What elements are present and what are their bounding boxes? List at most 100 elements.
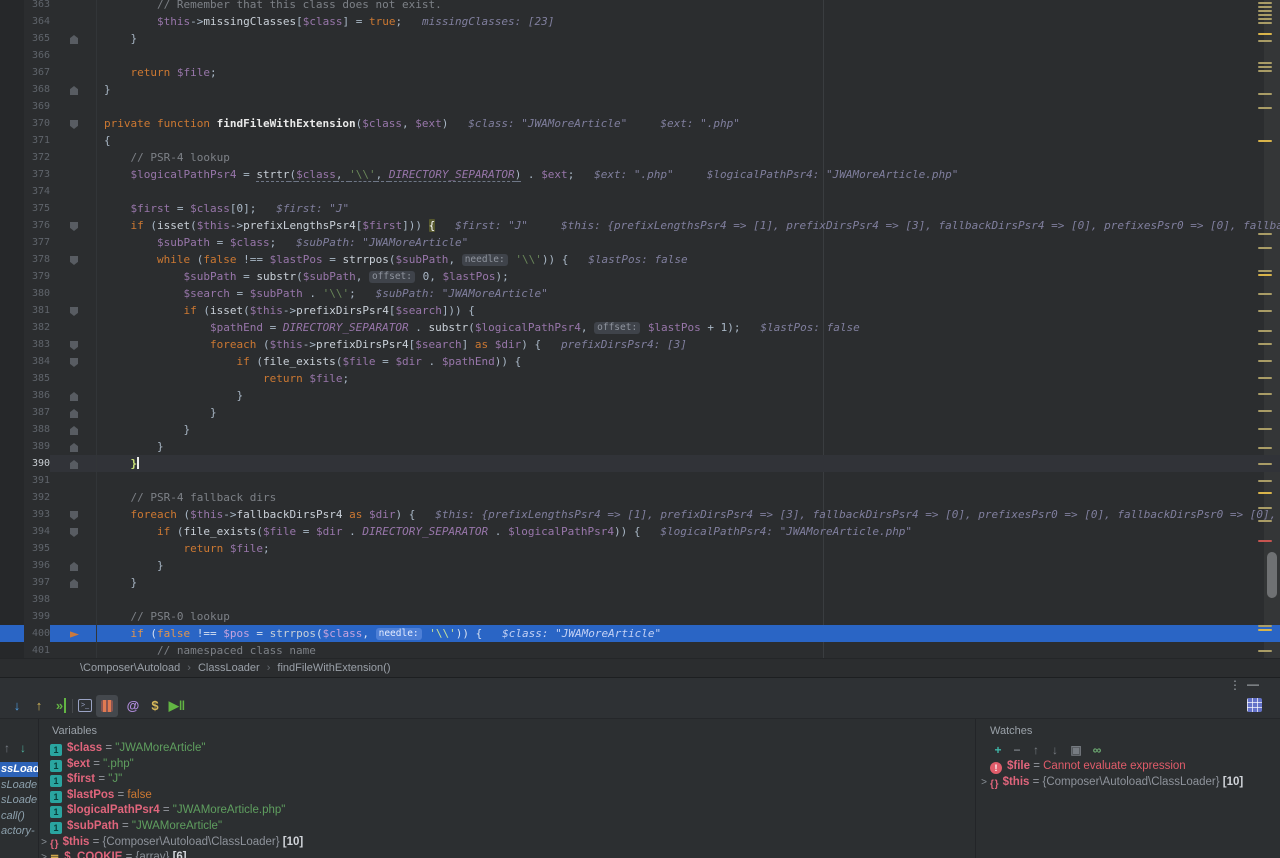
code-line[interactable]: 371 {: [0, 132, 1280, 149]
code-line[interactable]: 375 $first = $class[0]; $first: "J": [0, 200, 1280, 217]
line-number[interactable]: 387: [24, 404, 50, 421]
code-line[interactable]: 383 foreach ($this->prefixDirsPsr4[$sear…: [0, 336, 1280, 353]
line-number[interactable]: 400: [24, 625, 50, 642]
stripe-mark[interactable]: [1258, 507, 1272, 509]
step-into-button-icon[interactable]: ↓: [8, 697, 26, 715]
variable-row[interactable]: 1 $ext = ".php": [38, 757, 134, 773]
move-watch-up-button-icon[interactable]: ↑: [1028, 743, 1044, 757]
stripe-mark[interactable]: [1258, 377, 1272, 379]
stripe-mark[interactable]: [1258, 22, 1272, 24]
line-number[interactable]: 376: [24, 217, 50, 234]
line-number[interactable]: 396: [24, 557, 50, 574]
line-number[interactable]: 378: [24, 251, 50, 268]
stripe-mark[interactable]: [1258, 70, 1272, 72]
code-line[interactable]: 384 if (file_exists($file = $dir . $path…: [0, 353, 1280, 370]
stripe-mark[interactable]: [1258, 6, 1272, 8]
line-number[interactable]: 381: [24, 302, 50, 319]
code-line[interactable]: 381 if (isset($this->prefixDirsPsr4[$sea…: [0, 302, 1280, 319]
fold-marker-icon[interactable]: [70, 392, 78, 401]
stripe-mark[interactable]: [1258, 107, 1272, 109]
stack-frame[interactable]: sLoade: [0, 778, 38, 793]
code-line[interactable]: 369: [0, 98, 1280, 115]
stripe-mark[interactable]: [1258, 463, 1272, 465]
fold-marker-icon[interactable]: [70, 528, 78, 537]
step-out-button-icon[interactable]: ↑: [30, 697, 48, 715]
fold-marker-icon[interactable]: [70, 426, 78, 435]
variable-row[interactable]: 1 $subPath = "JWAMoreArticle": [38, 819, 222, 835]
code-line[interactable]: 387 }: [0, 404, 1280, 421]
line-number[interactable]: 395: [24, 540, 50, 557]
line-number[interactable]: 371: [24, 132, 50, 149]
line-number[interactable]: 363: [24, 0, 50, 13]
code-line[interactable]: 385 return $file;: [0, 370, 1280, 387]
code-line[interactable]: 364 $this->missingClasses[$class] = true…: [0, 13, 1280, 30]
line-number[interactable]: 366: [24, 47, 50, 64]
stripe-mark[interactable]: [1258, 480, 1272, 482]
code-line[interactable]: 389 }: [0, 438, 1280, 455]
fold-marker-icon[interactable]: [70, 35, 78, 44]
line-number[interactable]: 369: [24, 98, 50, 115]
fold-marker-icon[interactable]: [70, 460, 78, 469]
stripe-mark[interactable]: [1258, 33, 1272, 35]
line-number[interactable]: 374: [24, 183, 50, 200]
code-editor[interactable]: 363 // Remember that this class does not…: [0, 0, 1280, 658]
stripe-mark[interactable]: [1258, 10, 1272, 12]
code-line[interactable]: 397 }: [0, 574, 1280, 591]
stripe-mark[interactable]: [1258, 233, 1272, 235]
move-watch-down-button-icon[interactable]: ↓: [1047, 743, 1063, 757]
expand-chevron-icon[interactable]: >: [38, 835, 50, 851]
stripe-mark[interactable]: [1258, 274, 1272, 276]
execution-point-icon[interactable]: [70, 631, 79, 638]
code-line[interactable]: 398: [0, 591, 1280, 608]
stack-frame[interactable]: sLoade: [0, 793, 38, 808]
stripe-mark[interactable]: [1258, 14, 1272, 16]
stripe-mark[interactable]: [1258, 330, 1272, 332]
breadcrumb-item[interactable]: \Composer\Autoload: [80, 659, 180, 677]
breadcrumb-item[interactable]: findFileWithExtension(): [277, 659, 390, 677]
frame-down-icon[interactable]: ↓: [20, 741, 26, 755]
console-button-icon[interactable]: >_: [78, 699, 92, 712]
code-line[interactable]: 400 if (false !== $pos = strrpos($class,…: [0, 625, 1280, 642]
memory-view-button-icon[interactable]: $: [146, 697, 164, 715]
fold-marker-icon[interactable]: [70, 443, 78, 452]
stripe-mark[interactable]: [1258, 343, 1272, 345]
fold-marker-icon[interactable]: [70, 562, 78, 571]
stripe-mark[interactable]: [1258, 18, 1272, 20]
code-line[interactable]: 386 }: [0, 387, 1280, 404]
stripe-mark[interactable]: [1258, 40, 1272, 42]
stack-frame[interactable]: actory-: [0, 824, 38, 839]
code-line[interactable]: 373 $logicalPathPsr4 = strtr($class, '\\…: [0, 166, 1280, 183]
stripe-mark[interactable]: [1258, 360, 1272, 362]
restore-layout-icon[interactable]: [1247, 698, 1262, 712]
line-number[interactable]: 394: [24, 523, 50, 540]
code-line[interactable]: 379 $subPath = substr($subPath, offset: …: [0, 268, 1280, 285]
run-to-cursor-button-icon[interactable]: »: [52, 697, 70, 715]
line-number[interactable]: 364: [24, 13, 50, 30]
stripe-mark[interactable]: [1258, 447, 1272, 449]
stripe-mark[interactable]: [1258, 492, 1272, 494]
variables-watches-divider[interactable]: [975, 719, 976, 858]
fold-marker-icon[interactable]: [70, 341, 78, 350]
line-number[interactable]: 367: [24, 64, 50, 81]
watch-row[interactable]: >{ } $this = {Composer\Autoload\ClassLoad…: [978, 775, 1243, 791]
stripe-mark[interactable]: [1258, 428, 1272, 430]
line-number[interactable]: 388: [24, 421, 50, 438]
scrollbar-thumb[interactable]: [1267, 552, 1277, 598]
line-number[interactable]: 384: [24, 353, 50, 370]
stripe-mark[interactable]: [1258, 270, 1272, 272]
fold-marker-icon[interactable]: [70, 358, 78, 367]
line-number[interactable]: 391: [24, 472, 50, 489]
expand-chevron-icon[interactable]: >: [978, 775, 990, 791]
variable-row[interactable]: 1 $first = "J": [38, 772, 122, 788]
code-line[interactable]: 395 return $file;: [0, 540, 1280, 557]
line-number[interactable]: 393: [24, 506, 50, 523]
line-number[interactable]: 398: [24, 591, 50, 608]
stripe-mark[interactable]: [1258, 66, 1272, 68]
fold-marker-icon[interactable]: [70, 256, 78, 265]
code-line[interactable]: 367 return $file;: [0, 64, 1280, 81]
line-number[interactable]: 389: [24, 438, 50, 455]
code-line[interactable]: 396 }: [0, 557, 1280, 574]
code-line[interactable]: 392 // PSR-4 fallback dirs: [0, 489, 1280, 506]
line-number[interactable]: 397: [24, 574, 50, 591]
line-number[interactable]: 373: [24, 166, 50, 183]
